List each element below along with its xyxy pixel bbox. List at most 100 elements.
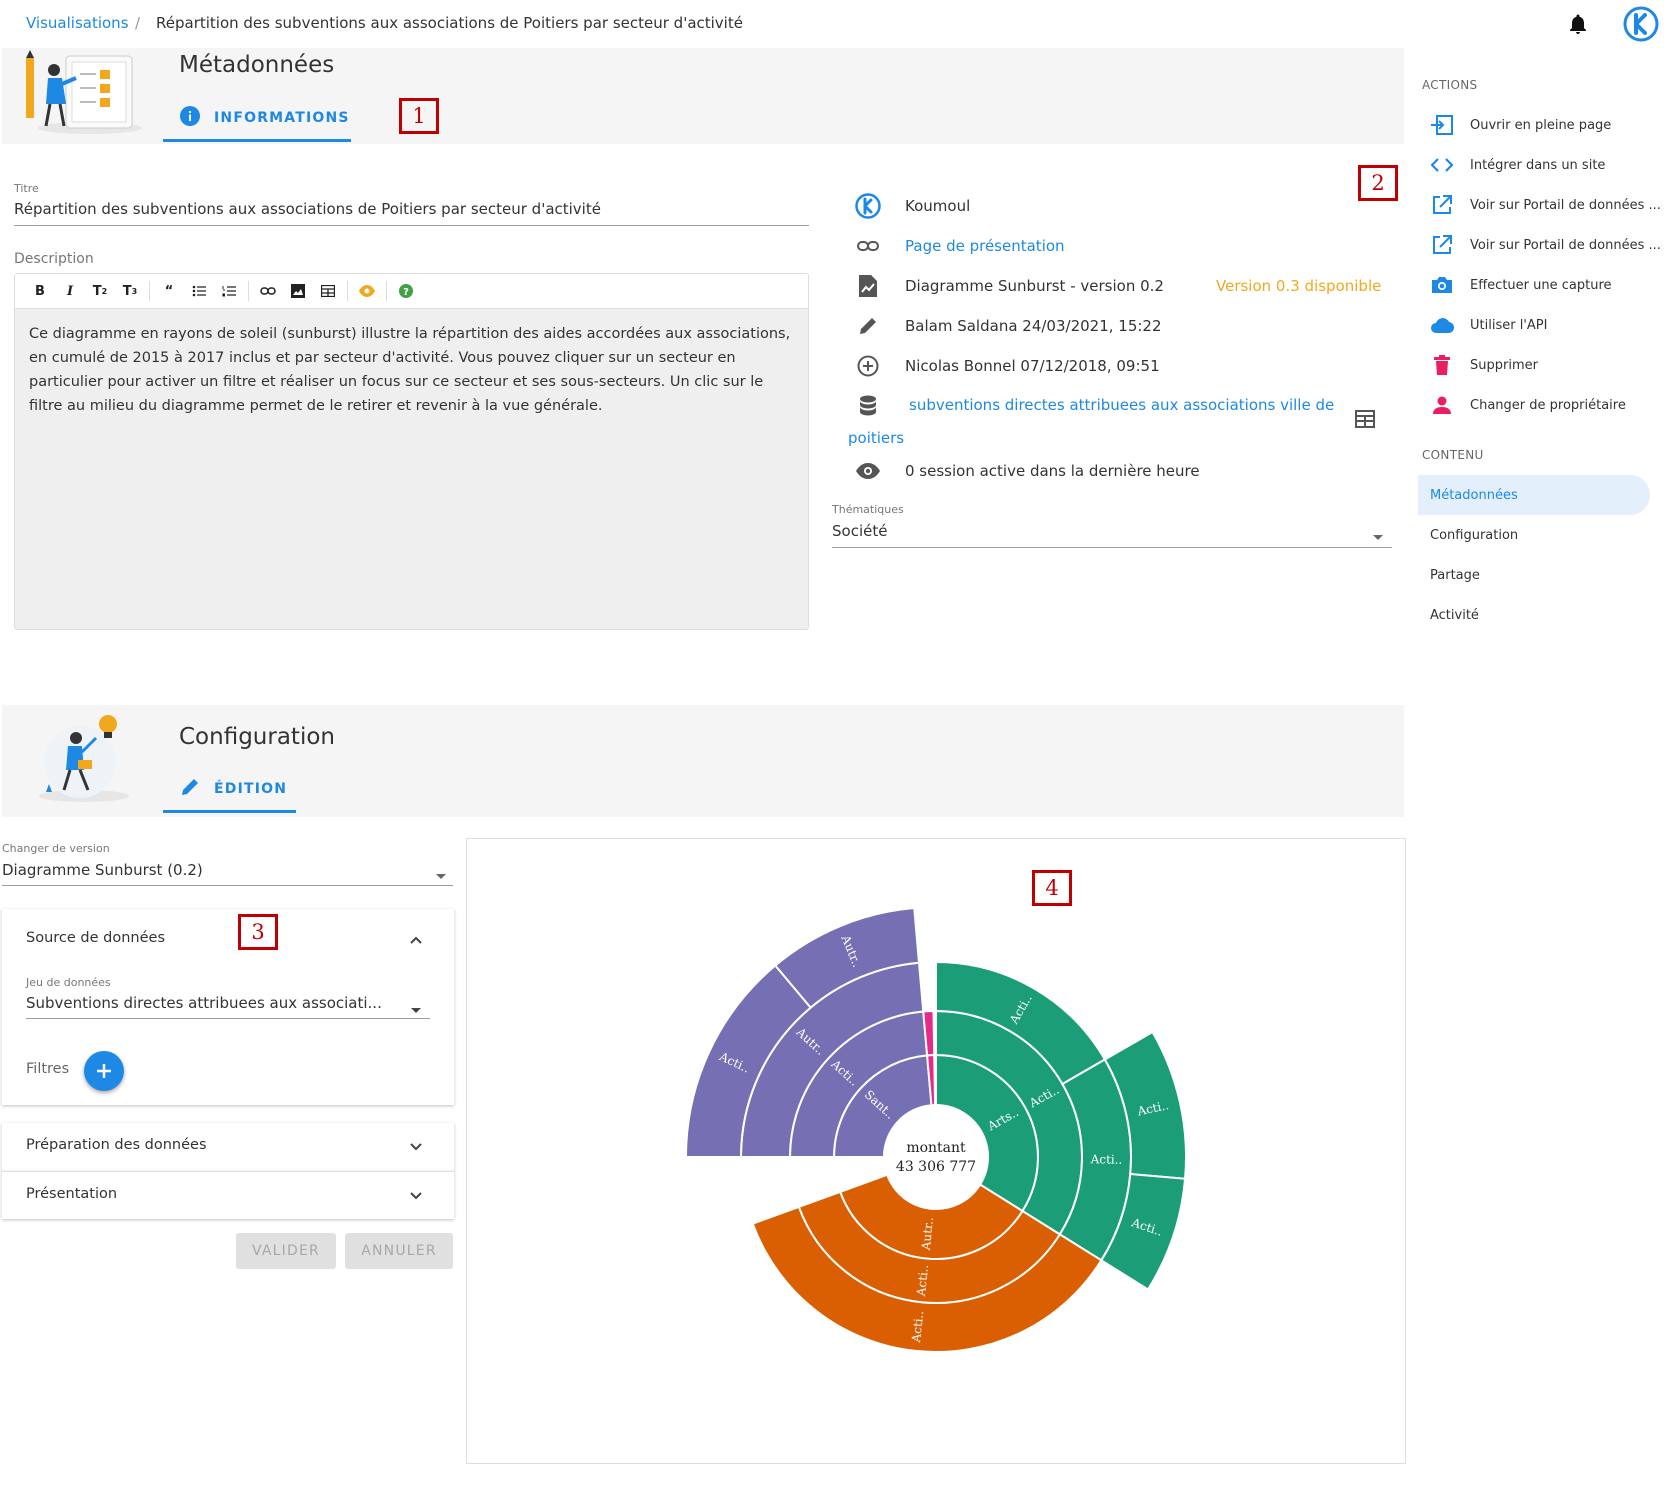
action-capture[interactable]: Effectuer une capture [1418,265,1658,305]
heading-2-icon[interactable]: T2 [85,279,115,303]
add-circle-icon [855,353,881,379]
link-icon[interactable] [253,279,283,303]
title-field-input[interactable]: Répartition des subventions aux associat… [14,200,601,218]
sunburst-center[interactable] [886,1107,986,1207]
dataset-link-continued[interactable]: poitiers [848,429,904,447]
validate-button[interactable]: VALIDER [236,1233,336,1269]
version-field-label: Changer de version [2,842,110,855]
topics-select[interactable]: Société [832,522,887,540]
numbered-list-icon[interactable] [214,279,244,303]
bell-icon[interactable] [1566,12,1590,36]
cancel-button[interactable]: ANNULER [345,1233,453,1269]
dataset-underline [26,1018,430,1019]
action-view-portal-2[interactable]: Voir sur Portail de données ... [1418,225,1661,265]
sidebar-item-activite[interactable]: Activité [1418,595,1658,635]
heading-3-icon[interactable]: T3 [115,279,145,303]
plus-icon [95,1057,113,1085]
action-embed[interactable]: Intégrer dans un site [1418,145,1658,185]
data-preparation-panel[interactable]: Préparation des données [2,1123,454,1171]
presentation-page-link[interactable]: Page de présentation [905,237,1065,255]
action-label: Voir sur Portail de données ... [1470,237,1661,253]
sidebar-item-partage[interactable]: Partage [1418,555,1658,595]
description-editor[interactable]: B I T2 T3 “ ? Ce diagramme en rayons de … [14,273,809,630]
presentation-title: Présentation [26,1186,118,1202]
active-sessions: 0 session active dans la dernière heure [905,462,1200,480]
data-source-title[interactable]: Source de données [26,930,165,946]
italic-icon[interactable]: I [55,279,85,303]
image-icon[interactable] [283,279,313,303]
update-available-link[interactable]: Version 0.3 disponible [1216,277,1381,295]
koumoul-logo-avatar[interactable] [1623,6,1659,42]
add-filter-button[interactable] [84,1051,124,1091]
pencil-icon [855,313,881,339]
metadata-illustration [22,50,142,136]
sidebar-item-label: Configuration [1430,527,1519,543]
bold-icon[interactable]: B [25,279,55,303]
action-view-portal[interactable]: Voir sur Portail de données ... [1418,185,1661,225]
chevron-down-icon[interactable] [1372,527,1384,546]
description-text: Ce diagramme en rayons de soleil (sunbur… [29,326,791,414]
database-icon [855,393,881,419]
configuration-title: Configuration [179,724,335,750]
bullet-list-icon[interactable] [184,279,214,303]
action-delete[interactable]: Supprimer [1418,345,1658,385]
tab-informations[interactable]: INFORMATIONS [163,96,351,142]
topics-underline [832,547,1392,548]
svg-text:?: ? [403,287,409,298]
breadcrumb-visualisations-link[interactable]: Visualisations [26,14,129,32]
version-underline [2,885,453,886]
tab-edition[interactable]: ÉDITION [163,767,296,813]
sidebar-item-label: Activité [1430,607,1479,623]
action-label: Effectuer une capture [1470,277,1612,293]
toolbar-divider [386,281,387,301]
sidebar-item-label: Métadonnées [1430,487,1518,503]
preview-eye-icon[interactable] [352,279,382,303]
camera-icon [1430,273,1454,297]
metadata-title: Métadonnées [179,52,335,78]
sidebar-item-label: Partage [1430,567,1480,583]
quote-icon[interactable]: “ [154,279,184,303]
description-field-label: Description [14,251,94,267]
chevron-up-icon[interactable] [406,930,426,950]
sidebar-item-configuration[interactable]: Configuration [1418,515,1658,555]
owner-name: Koumoul [905,197,971,215]
table-view-icon[interactable] [1352,406,1378,432]
person-icon [1430,393,1454,417]
action-label: Changer de propriétaire [1470,397,1626,413]
sidebar-content-title: CONTENU [1422,448,1484,462]
action-label: Supprimer [1470,357,1538,373]
link-icon [855,233,881,259]
filters-label: Filtres [26,1061,70,1077]
open-fullpage-icon [1430,113,1454,137]
sunburst-center-label: montant [906,1140,966,1156]
action-change-owner[interactable]: Changer de propriétaire [1418,385,1658,425]
chevron-down-icon[interactable] [410,1000,422,1019]
data-source-panel: Source de données Jeu de données Subvent… [2,909,454,1105]
koumoul-owner-icon [855,193,881,219]
action-api[interactable]: Utiliser l'API [1418,305,1658,345]
annotation-marker-1: 1 [399,98,439,134]
action-label: Intégrer dans un site [1470,157,1606,173]
help-icon[interactable]: ? [391,279,421,303]
annotation-marker-4: 4 [1032,870,1072,906]
topics-label: Thématiques [832,503,904,516]
table-icon[interactable] [313,279,343,303]
eye-icon [855,458,881,484]
tab-edition-label: ÉDITION [214,780,288,797]
dataset-link[interactable]: subventions directes attribuees aux asso… [909,396,1334,414]
action-open-fullpage[interactable]: Ouvrir en pleine page [1418,105,1658,145]
configuration-illustration [34,712,134,806]
sidebar-item-metadonnees[interactable]: Métadonnées [1418,475,1650,515]
version-select[interactable]: Diagramme Sunburst (0.2) [2,861,203,879]
presentation-panel[interactable]: Présentation [2,1171,454,1219]
dataset-select[interactable]: Subventions directes attribuees aux asso… [26,994,382,1012]
chevron-down-icon[interactable] [406,1137,426,1157]
sunburst-chart[interactable]: Sant.. Arts..Autr..Acti..Acti..Acti..Autr… [467,839,1407,1465]
chevron-down-icon[interactable] [435,866,447,885]
action-label: Utiliser l'API [1470,317,1548,333]
breadcrumb-current: Répartition des subventions aux associat… [156,14,743,32]
external-link-icon [1430,193,1454,217]
title-field-underline [14,225,809,226]
sunburst-center-value: 43 306 777 [896,1159,976,1175]
chevron-down-icon[interactable] [406,1186,426,1206]
